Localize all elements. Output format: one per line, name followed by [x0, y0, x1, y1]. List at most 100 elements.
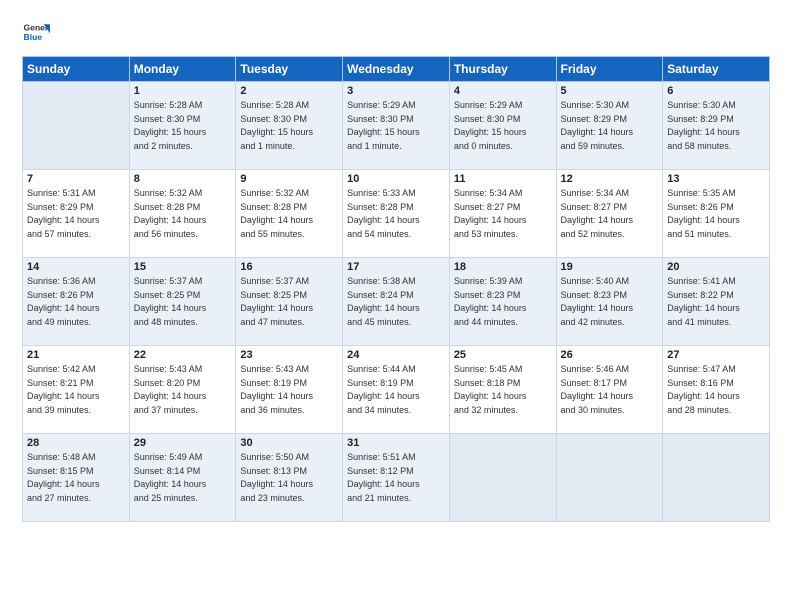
day-info: Sunrise: 5:31 AM Sunset: 8:29 PM Dayligh…: [27, 187, 125, 241]
day-info: Sunrise: 5:51 AM Sunset: 8:12 PM Dayligh…: [347, 451, 445, 505]
day-info: Sunrise: 5:46 AM Sunset: 8:17 PM Dayligh…: [561, 363, 659, 417]
day-number: 3: [347, 85, 445, 97]
calendar-cell: 1 Sunrise: 5:28 AM Sunset: 8:30 PM Daylig…: [129, 82, 236, 170]
col-wednesday: Wednesday: [343, 57, 450, 82]
day-info: Sunrise: 5:43 AM Sunset: 8:20 PM Dayligh…: [134, 363, 232, 417]
day-info: Sunrise: 5:28 AM Sunset: 8:30 PM Dayligh…: [240, 99, 338, 153]
day-info: Sunrise: 5:36 AM Sunset: 8:26 PM Dayligh…: [27, 275, 125, 329]
col-sunday: Sunday: [23, 57, 130, 82]
day-info: Sunrise: 5:32 AM Sunset: 8:28 PM Dayligh…: [240, 187, 338, 241]
page: General Blue Sunday Monday Tuesday Wedne…: [0, 0, 792, 612]
calendar-cell: [449, 434, 556, 522]
day-number: 7: [27, 173, 125, 185]
day-number: 4: [454, 85, 552, 97]
day-info: Sunrise: 5:42 AM Sunset: 8:21 PM Dayligh…: [27, 363, 125, 417]
calendar-cell: 28 Sunrise: 5:48 AM Sunset: 8:15 PM Dayli…: [23, 434, 130, 522]
calendar-cell: 9 Sunrise: 5:32 AM Sunset: 8:28 PM Daylig…: [236, 170, 343, 258]
calendar-cell: 12 Sunrise: 5:34 AM Sunset: 8:27 PM Dayli…: [556, 170, 663, 258]
col-saturday: Saturday: [663, 57, 770, 82]
calendar-cell: 13 Sunrise: 5:35 AM Sunset: 8:26 PM Dayli…: [663, 170, 770, 258]
calendar-cell: 10 Sunrise: 5:33 AM Sunset: 8:28 PM Dayli…: [343, 170, 450, 258]
day-number: 19: [561, 261, 659, 273]
day-info: Sunrise: 5:35 AM Sunset: 8:26 PM Dayligh…: [667, 187, 765, 241]
day-info: Sunrise: 5:34 AM Sunset: 8:27 PM Dayligh…: [454, 187, 552, 241]
day-number: 27: [667, 349, 765, 361]
calendar-cell: 3 Sunrise: 5:29 AM Sunset: 8:30 PM Daylig…: [343, 82, 450, 170]
col-monday: Monday: [129, 57, 236, 82]
day-info: Sunrise: 5:48 AM Sunset: 8:15 PM Dayligh…: [27, 451, 125, 505]
day-info: Sunrise: 5:41 AM Sunset: 8:22 PM Dayligh…: [667, 275, 765, 329]
day-info: Sunrise: 5:37 AM Sunset: 8:25 PM Dayligh…: [240, 275, 338, 329]
day-number: 25: [454, 349, 552, 361]
calendar-cell: 24Sunrise: 5:44 AM Sunset: 8:19 PM Dayli…: [343, 346, 450, 434]
day-info: Sunrise: 5:39 AM Sunset: 8:23 PM Dayligh…: [454, 275, 552, 329]
col-tuesday: Tuesday: [236, 57, 343, 82]
day-number: 12: [561, 173, 659, 185]
calendar-cell: 8Sunrise: 5:32 AM Sunset: 8:28 PM Daylig…: [129, 170, 236, 258]
day-number: 5: [561, 85, 659, 97]
col-thursday: Thursday: [449, 57, 556, 82]
calendar-cell: 2 Sunrise: 5:28 AM Sunset: 8:30 PM Daylig…: [236, 82, 343, 170]
day-info: Sunrise: 5:33 AM Sunset: 8:28 PM Dayligh…: [347, 187, 445, 241]
calendar-cell: 31 Sunrise: 5:51 AM Sunset: 8:12 PM Dayli…: [343, 434, 450, 522]
calendar-cell: [556, 434, 663, 522]
day-info: Sunrise: 5:50 AM Sunset: 8:13 PM Dayligh…: [240, 451, 338, 505]
calendar-cell: 26 Sunrise: 5:46 AM Sunset: 8:17 PM Dayli…: [556, 346, 663, 434]
calendar-cell: 29 Sunrise: 5:49 AM Sunset: 8:14 PM Dayli…: [129, 434, 236, 522]
calendar-cell: 27 Sunrise: 5:47 AM Sunset: 8:16 PM Dayli…: [663, 346, 770, 434]
day-info: Sunrise: 5:49 AM Sunset: 8:14 PM Dayligh…: [134, 451, 232, 505]
day-number: 23: [240, 349, 338, 361]
day-info: Sunrise: 5:47 AM Sunset: 8:16 PM Dayligh…: [667, 363, 765, 417]
day-number: 24: [347, 349, 445, 361]
calendar-week-row: 28 Sunrise: 5:48 AM Sunset: 8:15 PM Dayli…: [23, 434, 770, 522]
calendar-week-row: 21Sunrise: 5:42 AM Sunset: 8:21 PM Dayli…: [23, 346, 770, 434]
calendar-cell: 15Sunrise: 5:37 AM Sunset: 8:25 PM Dayli…: [129, 258, 236, 346]
day-number: 11: [454, 173, 552, 185]
header: General Blue: [22, 18, 770, 46]
calendar-cell: 6Sunrise: 5:30 AM Sunset: 8:29 PM Daylig…: [663, 82, 770, 170]
calendar-cell: 19 Sunrise: 5:40 AM Sunset: 8:23 PM Dayli…: [556, 258, 663, 346]
day-number: 18: [454, 261, 552, 273]
logo-icon: General Blue: [22, 18, 50, 46]
calendar-cell: [23, 82, 130, 170]
day-number: 22: [134, 349, 232, 361]
svg-text:Blue: Blue: [24, 32, 43, 42]
day-number: 10: [347, 173, 445, 185]
day-info: Sunrise: 5:29 AM Sunset: 8:30 PM Dayligh…: [347, 99, 445, 153]
calendar-cell: 20 Sunrise: 5:41 AM Sunset: 8:22 PM Dayli…: [663, 258, 770, 346]
day-number: 1: [134, 85, 232, 97]
calendar-cell: 18 Sunrise: 5:39 AM Sunset: 8:23 PM Dayli…: [449, 258, 556, 346]
day-info: Sunrise: 5:28 AM Sunset: 8:30 PM Dayligh…: [134, 99, 232, 153]
day-info: Sunrise: 5:45 AM Sunset: 8:18 PM Dayligh…: [454, 363, 552, 417]
day-info: Sunrise: 5:34 AM Sunset: 8:27 PM Dayligh…: [561, 187, 659, 241]
day-info: Sunrise: 5:40 AM Sunset: 8:23 PM Dayligh…: [561, 275, 659, 329]
calendar-cell: 30 Sunrise: 5:50 AM Sunset: 8:13 PM Dayli…: [236, 434, 343, 522]
logo: General Blue: [22, 18, 54, 46]
day-info: Sunrise: 5:30 AM Sunset: 8:29 PM Dayligh…: [561, 99, 659, 153]
day-number: 15: [134, 261, 232, 273]
calendar-cell: 22 Sunrise: 5:43 AM Sunset: 8:20 PM Dayli…: [129, 346, 236, 434]
day-number: 30: [240, 437, 338, 449]
day-number: 9: [240, 173, 338, 185]
day-number: 26: [561, 349, 659, 361]
calendar-cell: 16 Sunrise: 5:37 AM Sunset: 8:25 PM Dayli…: [236, 258, 343, 346]
day-number: 31: [347, 437, 445, 449]
day-number: 6: [667, 85, 765, 97]
day-number: 14: [27, 261, 125, 273]
calendar-cell: 17Sunrise: 5:38 AM Sunset: 8:24 PM Dayli…: [343, 258, 450, 346]
day-number: 28: [27, 437, 125, 449]
calendar-cell: 21Sunrise: 5:42 AM Sunset: 8:21 PM Dayli…: [23, 346, 130, 434]
day-number: 2: [240, 85, 338, 97]
calendar-cell: 11 Sunrise: 5:34 AM Sunset: 8:27 PM Dayli…: [449, 170, 556, 258]
day-number: 29: [134, 437, 232, 449]
day-info: Sunrise: 5:43 AM Sunset: 8:19 PM Dayligh…: [240, 363, 338, 417]
calendar-table: Sunday Monday Tuesday Wednesday Thursday…: [22, 56, 770, 522]
day-number: 20: [667, 261, 765, 273]
calendar-cell: 25 Sunrise: 5:45 AM Sunset: 8:18 PM Dayli…: [449, 346, 556, 434]
day-number: 16: [240, 261, 338, 273]
day-number: 13: [667, 173, 765, 185]
day-info: Sunrise: 5:29 AM Sunset: 8:30 PM Dayligh…: [454, 99, 552, 153]
calendar-week-row: 14 Sunrise: 5:36 AM Sunset: 8:26 PM Dayli…: [23, 258, 770, 346]
day-number: 8: [134, 173, 232, 185]
calendar-week-row: 1 Sunrise: 5:28 AM Sunset: 8:30 PM Daylig…: [23, 82, 770, 170]
